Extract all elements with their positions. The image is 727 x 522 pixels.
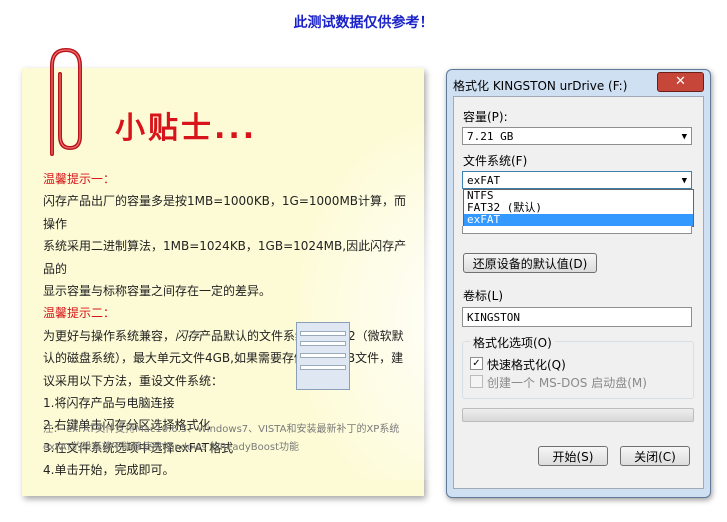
volume-label-label: 卷标(L) (463, 289, 504, 303)
filesystem-label: 文件系统(F) (463, 154, 528, 168)
tip2-brand: 闪存 (175, 328, 200, 343)
thumbnail-field (300, 331, 346, 336)
tip1-line: 显示容量与标称容量之间存在一定的差异。 (43, 284, 272, 299)
filesystem-value: exFAT (467, 174, 501, 187)
thumbnail-field (300, 341, 346, 346)
tips-title: 小贴士... (115, 111, 258, 146)
paperclip-icon (50, 47, 82, 156)
format-progress-bar (462, 408, 694, 422)
msdos-disk-label: 创建一个 MS-DOS 启动盘(M) (487, 376, 647, 390)
step-item: 1.将闪存产品与电脑连接 (43, 396, 175, 411)
capacity-label: 容量(P): (463, 110, 508, 124)
close-button[interactable]: 关闭(C) (620, 446, 690, 466)
close-icon[interactable]: ✕ (657, 72, 704, 92)
start-button[interactable]: 开始(S) (538, 446, 608, 466)
quick-format-label: 快速格式化(Q) (487, 358, 566, 372)
chevron-down-icon: ▼ (681, 132, 687, 142)
tip1-heading: 温馨提示一： (43, 172, 116, 186)
step-item: 4.单击开始，完成即可。 (43, 463, 175, 478)
chevron-down-icon: ▼ (681, 176, 687, 186)
capacity-value: 7.21 GB (467, 130, 514, 143)
msdos-disk-checkbox[interactable] (470, 375, 483, 388)
tip2-text: 为更好与操作系统兼容， (43, 328, 176, 343)
dialog-thumbnail (296, 322, 350, 390)
disclaimer-banner: 此测试数据仅供参考！ (293, 15, 434, 31)
footnote: 注： exFAT文件支持Mac10.6.5、Windows7、VISTA和安装最… (43, 421, 413, 457)
filesystem-option[interactable]: exFAT (464, 214, 693, 226)
thumbnail-field (300, 353, 346, 358)
tip2-heading: 温馨提示二： (43, 306, 116, 321)
footnote-line: exFAT的设备将不能够使用Windows 的ReadyBoost功能 (43, 442, 299, 453)
tip2-line: 认的磁盘系统），最大单元文件4GB,如果需要存储超过4GB文件，建 (43, 351, 404, 366)
thumbnail-field (300, 365, 346, 370)
format-options-title: 格式化选项(O) (470, 334, 555, 351)
tip1-line: 闪存产品出厂的容量多是按1MB=1000KB，1G=1000MB计算，而操作 (43, 194, 407, 231)
volume-label-input[interactable]: KINGSTON (462, 307, 692, 327)
filesystem-select[interactable]: exFAT ▼ (462, 171, 692, 189)
quick-format-checkbox[interactable]: ✓ (470, 357, 483, 370)
capacity-select[interactable]: 7.21 GB ▼ (462, 127, 692, 145)
filesystem-options: NTFS FAT32 (默认) exFAT (463, 189, 694, 227)
dialog-title: 格式化 KINGSTON urDrive (F:) (453, 79, 628, 93)
restore-defaults-button[interactable]: 还原设备的默认值(D) (463, 253, 597, 273)
footnote-line: 注： exFAT文件支持Mac10.6.5、Windows7、VISTA和安装最… (43, 424, 400, 435)
tip2-line: 为更好与操作系统兼容，闪存产品默认的文件系统为FTA32（微软默 (43, 325, 413, 347)
tip2-line: 议采用以下方法，重设文件系统： (43, 373, 224, 388)
tip1-line: 系统采用二进制算法，1MB=1024KB，1GB=1024MB,因此闪存产品的 (43, 239, 407, 276)
hidden-select-remnant (462, 226, 692, 234)
